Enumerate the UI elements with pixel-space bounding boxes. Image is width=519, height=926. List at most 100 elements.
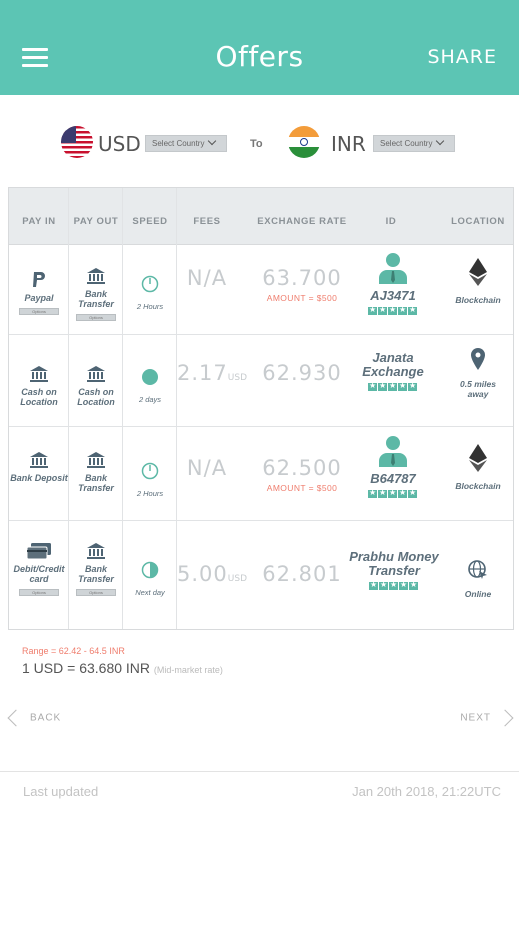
location-label: Online [464,589,492,599]
id-cell: B64787 [343,435,443,498]
speed-cell: Next day [123,561,177,597]
pay-in-cell: Debit/Credit card Options [9,543,69,596]
offer-id: AJ3471 [370,288,416,303]
speed-label: Next day [135,588,165,597]
chevron-right-icon [496,709,514,727]
share-button[interactable]: SHARE [427,46,497,68]
next-label: NEXT [460,712,491,724]
pay-in-label: Cash on Location [20,387,58,407]
pay-out-label: Bank Transfer [78,289,114,309]
location-label: 0.5 miles away [460,379,496,399]
rating-stars [329,580,459,590]
column-header-id: ID [385,216,397,227]
app-header: Offers SHARE [0,0,519,95]
rating-stars [343,381,443,391]
next-button[interactable]: NEXT [460,709,514,727]
paypal-icon [33,272,45,287]
hamburger-menu-icon[interactable] [22,48,48,68]
fees-value: N/A [186,456,228,480]
fees-value: N/A [186,266,228,290]
speed-label: 2 Hours [136,302,164,311]
offer-id: Janata Exchange [362,350,424,379]
speed-label: 2 days [138,395,162,404]
bank-icon [30,452,48,468]
location-cell: 0.5 miles away [443,348,513,399]
pay-in-cell: Cash on Location [9,366,69,407]
pay-out-label: Bank Transfer [78,473,114,493]
from-country-select[interactable]: Select Country [145,135,227,152]
half-clock-icon [141,561,159,579]
back-label: BACK [30,712,62,724]
location-cell: Blockchain [443,444,513,491]
chevron-down-icon [436,136,445,146]
column-header-speed: SPEED [132,216,168,227]
filled-dot-icon [142,369,158,385]
mid-market-rate-value: 1 USD = 63.680 INR [22,660,151,676]
person-icon [379,436,407,467]
divider [0,771,519,772]
chevron-left-icon [7,709,25,727]
location-cell: Blockchain [443,258,513,305]
pay-out-cell: Bank Transfer Options [69,543,123,596]
chevron-down-icon [208,136,217,146]
to-currency-code: INR [331,132,366,156]
ethereum-icon [469,258,487,286]
location-label: Blockchain [455,295,501,305]
pay-out-cell: Cash on Location [69,366,123,407]
exchange-rate-value: 62.930 [262,361,342,385]
speed-label: 2 Hours [136,489,164,498]
options-dropdown[interactable]: Options [76,314,116,321]
pay-in-cell: Bank Deposit [9,452,69,483]
rating-stars [343,305,443,315]
pay-in-cell: Paypal Options [9,272,69,315]
exchange-rate-value: 63.700 [262,266,342,290]
options-dropdown[interactable]: Options [19,308,59,315]
clock-outline-icon [141,462,159,480]
us-flag-icon [61,126,93,158]
fees-value: 5.00 [177,562,228,586]
card-icon [26,543,51,560]
pay-in-label: Debit/Credit card [13,564,65,584]
bank-icon [87,452,105,468]
bank-icon [87,543,105,559]
options-dropdown[interactable]: Options [19,589,59,596]
bank-icon [30,366,48,382]
offers-table: PAY IN PAY OUT SPEED FEES EXCHANGE RATE … [8,187,514,630]
pay-out-label: Bank Transfer [78,564,114,584]
rate-range: Range = 62.42 - 64.5 INR [22,646,125,656]
id-cell: Janata Exchange [343,351,443,391]
from-select-label: Select Country [152,139,205,148]
ethereum-icon [469,444,487,472]
row-divider [9,426,513,427]
back-button[interactable]: BACK [7,709,62,727]
last-updated-label: Last updated [23,784,99,799]
person-icon [379,253,407,284]
column-header-pay-in: PAY IN [22,216,56,227]
fees-cell: N/A [177,456,237,480]
fees-cell: 5.00USD [177,562,247,586]
map-pin-icon [471,348,485,370]
bank-icon [87,366,105,382]
speed-cell: 2 Hours [123,275,177,311]
exchange-rate-value: 62.500 [262,456,342,480]
row-divider [9,334,513,335]
fees-cell: 2.17USD [177,361,247,385]
rating-stars [343,488,443,498]
globe-icon [468,560,487,579]
mid-market-rate: 1 USD = 63.680 INR (Mid-market rate) [22,660,223,676]
id-cell: Prabhu Money Transfer [329,550,459,590]
options-dropdown[interactable]: Options [76,589,116,596]
pay-in-label: Bank Deposit [10,473,68,483]
mid-market-rate-note: (Mid-market rate) [153,665,223,675]
column-header-pay-out: PAY OUT [73,216,119,227]
clock-outline-icon [141,275,159,293]
location-label: Blockchain [455,481,501,491]
offer-id: B64787 [370,471,416,486]
to-label: To [250,138,263,150]
last-updated-timestamp: Jan 20th 2018, 21:22UTC [352,784,501,799]
location-cell: Online [443,560,513,599]
to-country-select[interactable]: Select Country [373,135,455,152]
table-header: PAY IN PAY OUT SPEED FEES EXCHANGE RATE … [9,188,513,245]
speed-cell: 2 Hours [123,462,177,498]
fees-value: 2.17 [177,361,228,385]
